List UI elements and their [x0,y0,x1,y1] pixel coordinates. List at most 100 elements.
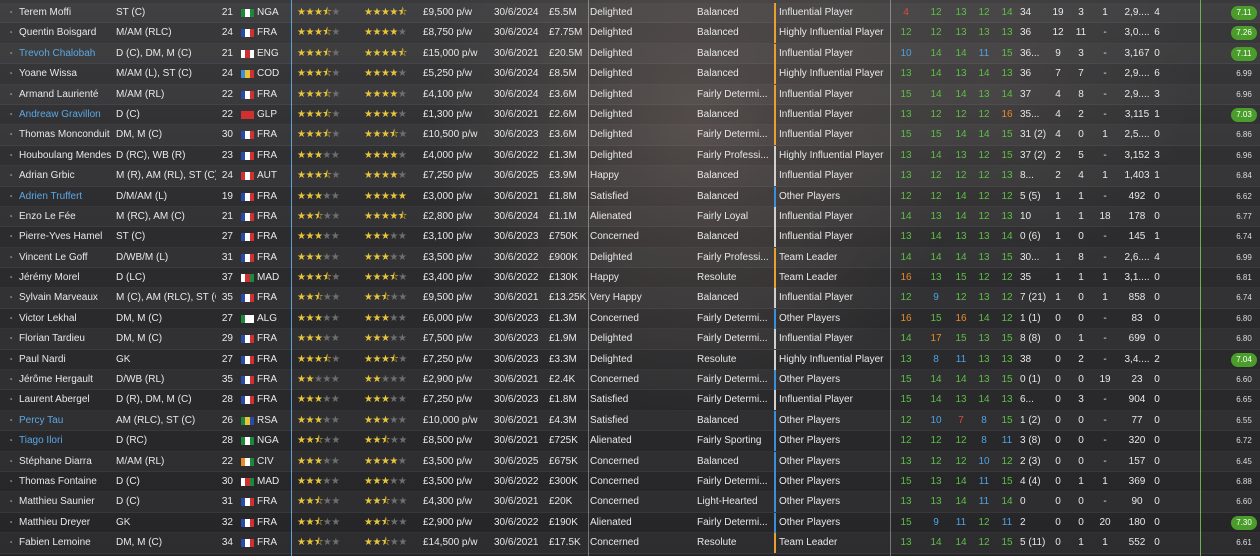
stat-value: 1 [1078,272,1084,284]
table-row[interactable]: ◔ Yoane Wissa M/AM (L), ST (C) 24 COD ★★★⯪★ ★★… [0,64,1260,85]
stat-value: 1 [1055,251,1061,263]
age: 21 [221,7,233,18]
player-name[interactable]: Terem Moffi [19,3,115,23]
stat-value: 1 [1055,231,1061,243]
table-row[interactable]: ◔ Sylvain Marveaux M (C), AM (RLC), ST (C)… [0,288,1260,309]
player-name[interactable]: Thomas Monconduit [19,125,115,145]
table-row[interactable]: ◔ Terem Moffi ST (C) 21 NGA ★★★⯪★ ★★★★⯪ £9,500 … [0,3,1260,24]
star-icon: ★ [372,170,381,182]
player-name[interactable]: Jérôme Hergault [19,370,115,390]
position: D (RC) [116,435,148,447]
squad-status: Influential Player [779,7,853,18]
status-bar [774,247,776,268]
player-name[interactable]: Jérémy Morel [19,268,115,288]
squad-status: Highly Influential Player [779,68,884,80]
nationality: FRA [257,231,277,243]
table-row[interactable]: ◔ Percy Tau AM (RLC), ST (C) 26 RSA ★★★★★ ★★★★… [0,410,1260,432]
table-row[interactable]: ◔ Thomas Fontaine D (C) 30 MAD ★★★★★ ★★★★★ £3,5… [0,471,1260,493]
table-row[interactable]: ◔ Tiago Ilori D (RC) 28 NGA ★★⯪★★ ★★⯪★★ £8,500 … [0,431,1260,452]
stat-value: 0 [1078,129,1084,141]
average-rating-badge: 6.60 [1236,375,1252,385]
player-name[interactable]: Paul Nardi [19,350,115,370]
player-name[interactable]: Florian Tardieu [19,329,115,349]
player-name[interactable]: Houboulang Mendes [19,146,115,166]
personality: Fairly Professi... [697,149,769,161]
table-row[interactable]: ◔ Victor Lekhal DM, M (C) 27 ALG ★★★★★ ★★★★★ £6… [0,308,1260,330]
attribute-value: 15 [900,516,912,528]
player-name[interactable]: Victor Lekhal [19,309,115,329]
person-icon: ◔ [8,69,13,79]
star-icon: ★ [330,414,340,426]
player-name[interactable]: Pierre-Yves Hamel [19,227,115,247]
player-name[interactable]: Trevoh Chalobah [19,44,115,64]
table-row[interactable]: ◔ Jérémy Morel D (LC) 37 MAD ★★★⯪★ ★★★⯪★ £3,400… [0,268,1260,289]
player-name[interactable]: Tiago Ilori [19,431,115,451]
player-name[interactable]: Yoane Wissa [19,64,115,84]
attribute-value: 8 [933,353,939,365]
stat-value: 0 [1154,394,1160,406]
star-icon: ★ [372,88,381,100]
happiness: Delighted [590,353,633,365]
star-icon: ★ [389,170,398,182]
table-row[interactable]: ◔ Trevoh Chalobah D (C), DM, M (C) 21 ENG ★ ★ ★… [0,43,1260,65]
squad-status: Other Players [779,516,841,528]
player-name[interactable]: Matthieu Saunier [19,492,115,512]
table-row[interactable]: ◔ Laurent Abergel D (R), DM, M (C) 28 FRA ★★★… [0,390,1260,411]
table-row[interactable]: ◔ Armand Laurienté M/AM (RL) 22 FRA ★★★⯪★ ★★★★… [0,84,1260,105]
table-row[interactable]: ◔ Adrien Truffert D/M/AM (L) 19 FRA ★★★★★ ★★★★… [0,186,1260,207]
table-row[interactable]: ◔ Andreaw Gravillon D (C) 22 GLP ★★★⯪★ ★★★★★ £1… [0,104,1260,126]
age: 29 [221,333,233,345]
attribute-value: 13 [955,7,967,18]
table-row[interactable]: ◔ Thomas Monconduit DM, M (C) 30 FRA ★★★⯪★ ★★★… [0,125,1260,146]
table-row[interactable]: ◔ Fabien Lemoine DM, M (C) 34 FRA ★★⯪★★ ★★⯪★★ £… [0,533,1260,554]
age: 37 [221,272,233,284]
player-name[interactable]: Enzo Le Fée [19,207,115,227]
player-name[interactable]: Andreaw Gravillon [19,105,115,125]
player-name[interactable]: Laurent Abergel [19,390,115,410]
star-icon: ★ [331,272,340,284]
player-name[interactable]: Thomas Fontaine [19,472,115,492]
player-name[interactable]: Percy Tau [19,411,115,431]
star-icon: ★ [331,496,340,508]
potential-ability-stars: ★★★★★ [364,472,424,492]
happiness: Concerned [590,475,639,487]
stat-value: 0 [1154,455,1160,467]
wage: £9,500 p/w [423,292,472,304]
table-row[interactable]: ◔ Vincent Le Goff D/WB/M (L) 31 FRA ★★★★★ ★★★★… [0,247,1260,269]
player-name[interactable]: Adrian Grbic [19,166,115,186]
attribute-value: 12 [978,210,990,222]
table-row[interactable]: ◔ Jérôme Hergault D/WB (RL) 35 FRA ★★★★★ ★★★★★… [0,370,1260,391]
player-name[interactable]: Stéphane Diarra [19,452,115,472]
player-name[interactable]: Vincent Le Goff [19,248,115,268]
position: D/M/AM (L) [116,190,168,202]
person-icon: ◔ [8,334,13,344]
table-row[interactable]: ◔ Quentin Boisgard M/AM (RLC) 24 FRA ★★★⯪★ ★★★… [0,23,1260,44]
player-name[interactable]: Adrien Truffert [19,187,115,207]
star-icon: ★ [331,47,340,59]
nationality: MAD [257,272,280,284]
table-row[interactable]: ◔ Adrian Grbic M (R), AM (RL), ST (C) 24 AUT… [0,166,1260,187]
contract-expires: 30/6/2022 [494,272,539,284]
stat-value: 1 [1078,190,1084,202]
potential-ability-stars: ★★★⯪★ [364,268,424,288]
table-row[interactable]: ◔ Enzo Le Fée M (RC), AM (C) 21 FRA ★★⯪★★ ★★★★… [0,206,1260,228]
table-row[interactable]: ◔ Matthieu Dreyer GK 32 FRA ★★⯪★★ ★★⯪★★ £2,900 … [0,512,1260,534]
table-row[interactable]: ◔ Florian Tardieu DM, M (C) 29 FRA ★★★★★ ★★★★★… [0,329,1260,350]
player-name[interactable]: Armand Laurienté [19,85,115,105]
player-name[interactable]: Sylvain Marveaux [19,288,115,308]
flag-icon [241,49,254,58]
average-rating-badge: 7.03 [1231,107,1257,122]
status-bar [774,471,776,492]
contract-expires: 30/6/2025 [494,170,539,182]
current-ability-stars: ★★★⯪★ [297,44,357,64]
star-icon: ★ [389,88,398,100]
table-row[interactable]: ◔ Houboulang Mendes D (RC), WB (R) 23 FRA ★★★… [0,145,1260,167]
table-row[interactable]: ◔ Matthieu Saunier D (C) 31 FRA ★★⯪★★ ★★⯪★★ £4,… [0,492,1260,513]
table-row[interactable]: ◔ Pierre-Yves Hamel ST (C) 27 FRA ★★★★★ ★★★★★ £… [0,227,1260,248]
player-name[interactable]: Quentin Boisgard [19,23,115,43]
table-row[interactable]: ◔ Stéphane Diarra M/AM (RL) 22 CIV ★★★★★ ★★★★★… [0,451,1260,472]
player-name[interactable]: Fabien Lemoine [19,533,115,553]
table-row[interactable]: ◔ Paul Nardi GK 27 FRA ★★★⯪★ ★★★⯪★ £7,250 p/w 30… [0,349,1260,371]
status-bar [774,410,776,431]
player-name[interactable]: Matthieu Dreyer [19,513,115,533]
